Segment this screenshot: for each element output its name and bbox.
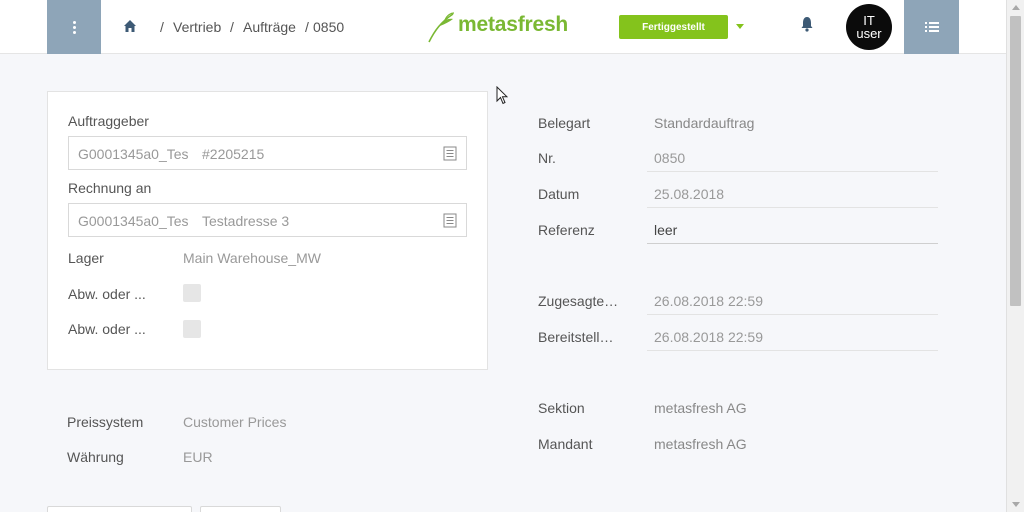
document-icon[interactable] <box>443 213 457 228</box>
zugesagt-value[interactable]: 26.08.2018 22:59 <box>654 293 763 309</box>
rechnung-an-lookup-field[interactable]: G0001345a0_Tes Testadresse 3 <box>68 203 467 237</box>
rechnung-an-label: Rechnung an <box>68 180 152 196</box>
scroll-down-icon[interactable] <box>1012 502 1020 507</box>
datum-label: Datum <box>538 186 580 202</box>
document-icon[interactable] <box>443 146 457 161</box>
abw-label-1: Abw. oder ... <box>68 286 146 302</box>
referenz-input[interactable]: leer <box>654 222 677 238</box>
app-header: / Vertrieb / Aufträge / 0850 metasfresh … <box>0 0 1006 54</box>
bottom-button-1[interactable] <box>47 506 192 512</box>
rechnung-partner-value: G0001345a0_Tes <box>78 213 188 229</box>
vertical-dots-icon <box>72 20 76 34</box>
field-divider <box>647 207 938 208</box>
field-divider <box>647 350 938 351</box>
nr-label: Nr. <box>538 150 556 166</box>
breadcrumb-separator: / <box>305 19 309 35</box>
field-divider <box>647 171 938 172</box>
lager-value[interactable]: Main Warehouse_MW <box>183 250 321 266</box>
referenz-label: Referenz <box>538 222 595 238</box>
page-scrollbar[interactable] <box>1006 0 1024 512</box>
side-list-button[interactable] <box>904 0 959 54</box>
avatar-line-2: user <box>856 26 882 41</box>
field-divider <box>647 314 938 315</box>
auftraggeber-location-value: #2205215 <box>202 146 265 162</box>
waehrung-label: Währung <box>67 449 124 465</box>
breadcrumb-document-number[interactable]: 0850 <box>313 19 344 35</box>
belegart-value[interactable]: Standardauftrag <box>654 115 754 131</box>
scroll-up-icon[interactable] <box>1012 5 1020 10</box>
main-menu-button[interactable] <box>47 0 101 54</box>
bereitstell-value[interactable]: 26.08.2018 22:59 <box>654 329 763 345</box>
logo-text: metasfresh <box>458 13 569 36</box>
zugesagt-label: Zugesagte… <box>538 293 619 309</box>
auftraggeber-label: Auftraggeber <box>68 113 149 129</box>
rechnung-address-value: Testadresse 3 <box>202 213 290 229</box>
auftraggeber-partner-value: G0001345a0_Tes <box>78 146 188 162</box>
breadcrumb-separator: / <box>230 19 234 35</box>
mandant-value[interactable]: metasfresh AG <box>654 436 747 452</box>
user-avatar[interactable]: IT user <box>846 4 892 50</box>
scroll-thumb[interactable] <box>1010 16 1021 306</box>
abw-checkbox-1[interactable] <box>183 284 201 302</box>
bereitstell-label: Bereitstell… <box>538 329 614 345</box>
sektion-label: Sektion <box>538 400 585 416</box>
bell-icon[interactable] <box>800 16 814 32</box>
preissystem-value[interactable]: Customer Prices <box>183 414 286 430</box>
customer-panel: Auftraggeber G0001345a0_Tes #2205215 Rec… <box>47 91 488 370</box>
abw-label-2: Abw. oder ... <box>68 321 146 337</box>
breadcrumb-auftraege[interactable]: Aufträge <box>243 19 296 35</box>
list-icon <box>924 22 939 32</box>
nr-value[interactable]: 0850 <box>654 150 685 166</box>
mandant-label: Mandant <box>538 436 593 452</box>
auftraggeber-lookup-field[interactable]: G0001345a0_Tes #2205215 <box>68 136 467 170</box>
document-status-button[interactable]: Fertiggestellt <box>619 15 728 39</box>
datum-value[interactable]: 25.08.2018 <box>654 186 724 202</box>
field-divider <box>647 243 938 244</box>
lager-label: Lager <box>68 250 104 266</box>
belegart-label: Belegart <box>538 115 591 131</box>
home-icon[interactable] <box>123 19 137 33</box>
waehrung-value[interactable]: EUR <box>183 449 213 465</box>
chevron-down-icon[interactable] <box>736 24 744 29</box>
breadcrumb-separator: / <box>160 19 164 35</box>
preissystem-label: Preissystem <box>67 414 144 430</box>
abw-checkbox-2[interactable] <box>183 320 201 338</box>
sektion-value[interactable]: metasfresh AG <box>654 400 747 416</box>
breadcrumb-vertrieb[interactable]: Vertrieb <box>173 19 221 35</box>
mouse-cursor-icon <box>496 86 508 105</box>
bottom-button-2[interactable] <box>200 506 281 512</box>
